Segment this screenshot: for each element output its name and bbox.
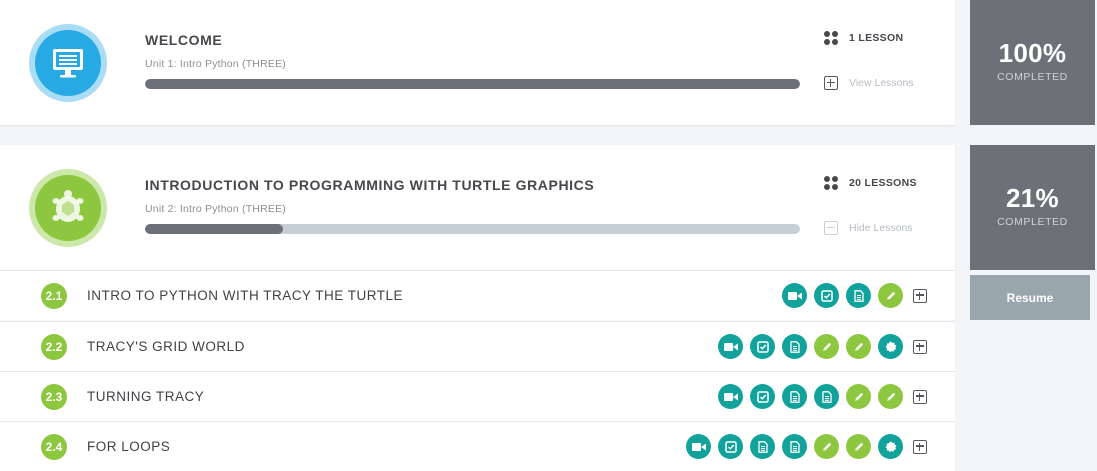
lesson-title[interactable]: INTRO TO PYTHON WITH TRACY THE TURTLE — [87, 288, 403, 303]
unit-completion-stat: 21% COMPLETED — [970, 145, 1095, 270]
plus-square-icon — [824, 76, 838, 90]
video-icon[interactable] — [718, 384, 743, 409]
turtle-icon — [29, 169, 107, 247]
lessons-grid-icon — [824, 31, 838, 45]
minus-square-icon — [824, 221, 838, 235]
pencil-icon[interactable] — [846, 434, 871, 459]
completed-label: COMPLETED — [997, 216, 1068, 228]
progress-fill — [145, 224, 283, 234]
progress-fill — [145, 79, 800, 89]
hide-lessons-toggle[interactable]: Hide Lessons — [824, 221, 913, 235]
expand-plus-icon[interactable] — [913, 339, 927, 354]
quiz-check-icon[interactable] — [718, 434, 743, 459]
lesson-count-label: 20 LESSONS — [849, 177, 917, 189]
view-lessons-label: View Lessons — [849, 77, 914, 89]
lesson-number-badge[interactable]: 2.3 — [41, 384, 67, 410]
badge-icon[interactable] — [878, 334, 903, 359]
quiz-check-icon[interactable] — [814, 283, 839, 308]
document-icon[interactable] — [782, 334, 807, 359]
hide-lessons-label: Hide Lessons — [849, 222, 913, 234]
document-icon[interactable] — [846, 283, 871, 308]
completion-percent: 100% — [998, 38, 1067, 68]
expand-plus-icon[interactable] — [913, 389, 927, 404]
unit-title: WELCOME — [145, 32, 223, 48]
completed-label: COMPLETED — [997, 71, 1068, 83]
unit-subtitle: Unit 1: Intro Python (THREE) — [145, 58, 286, 70]
unit-progress-bar — [145, 224, 800, 234]
pencil-icon[interactable] — [878, 283, 903, 308]
lesson-row: 2.1 INTRO TO PYTHON WITH TRACY THE TURTL… — [0, 270, 955, 320]
document-icon[interactable] — [782, 384, 807, 409]
video-icon[interactable] — [718, 334, 743, 359]
lesson-count: 1 LESSON — [824, 31, 903, 45]
pencil-icon[interactable] — [878, 384, 903, 409]
completion-percent: 21% — [1006, 183, 1059, 213]
unit-completion-stat: 100% COMPLETED — [970, 0, 1095, 125]
view-lessons-toggle[interactable]: View Lessons — [824, 76, 914, 90]
lesson-number-badge[interactable]: 2.1 — [41, 283, 67, 309]
lessons-grid-icon — [824, 176, 838, 190]
resume-button[interactable]: Resume — [970, 275, 1090, 320]
lesson-row: 2.4 FOR LOOPS — [0, 421, 955, 471]
monitor-icon — [29, 24, 107, 102]
badge-icon[interactable] — [878, 434, 903, 459]
expand-plus-icon[interactable] — [913, 288, 927, 303]
lesson-activities — [718, 334, 927, 359]
unit-card-welcome: WELCOME Unit 1: Intro Python (THREE) 1 L… — [0, 0, 955, 125]
pencil-icon[interactable] — [814, 334, 839, 359]
pencil-icon[interactable] — [846, 384, 871, 409]
pencil-icon[interactable] — [846, 334, 871, 359]
lesson-number-badge[interactable]: 2.4 — [41, 434, 67, 460]
lesson-title[interactable]: TURNING TRACY — [87, 389, 204, 404]
lesson-count: 20 LESSONS — [824, 176, 917, 190]
unit-progress-bar — [145, 79, 800, 89]
lesson-activities — [718, 384, 927, 409]
quiz-check-icon[interactable] — [750, 384, 775, 409]
video-icon[interactable] — [686, 434, 711, 459]
video-icon[interactable] — [782, 283, 807, 308]
lesson-count-label: 1 LESSON — [849, 32, 904, 44]
document-icon[interactable] — [814, 384, 839, 409]
lesson-row: 2.3 TURNING TRACY — [0, 371, 955, 421]
unit-title: INTRODUCTION TO PROGRAMMING WITH TURTLE … — [145, 177, 595, 193]
expand-plus-icon[interactable] — [913, 439, 927, 454]
pencil-icon[interactable] — [814, 434, 839, 459]
document-icon[interactable] — [750, 434, 775, 459]
lesson-title[interactable]: FOR LOOPS — [87, 439, 170, 454]
lesson-activities — [686, 434, 927, 459]
unit-card-turtle-graphics: INTRODUCTION TO PROGRAMMING WITH TURTLE … — [0, 145, 955, 270]
lesson-title[interactable]: TRACY'S GRID WORLD — [87, 339, 245, 354]
quiz-check-icon[interactable] — [750, 334, 775, 359]
unit-subtitle: Unit 2: Intro Python (THREE) — [145, 203, 286, 215]
lesson-number-badge[interactable]: 2.2 — [41, 334, 67, 360]
document-icon[interactable] — [782, 434, 807, 459]
lesson-row: 2.2 TRACY'S GRID WORLD — [0, 321, 955, 371]
lesson-activities — [782, 283, 927, 308]
